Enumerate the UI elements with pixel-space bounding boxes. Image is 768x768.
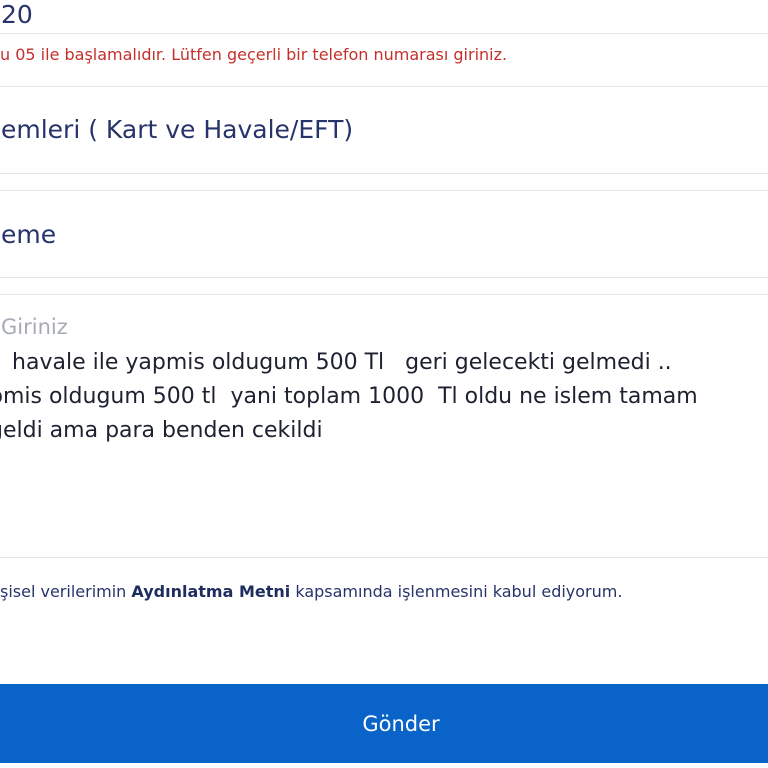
category-select-value: emleri ( Kart ve Havale/EFT) — [1, 115, 354, 144]
aydinlatma-metni-link[interactable]: Aydınlatma Metni — [131, 582, 290, 601]
submit-button[interactable]: Gönder — [0, 684, 768, 763]
consent-prefix: şisel verilerimin — [0, 582, 132, 601]
consent-suffix: kapsamında işlenmesini kabul ediyorum. — [290, 582, 623, 601]
category-select[interactable]: emleri ( Kart ve Havale/EFT) — [0, 86, 768, 174]
phone-input[interactable]: 20 — [0, 0, 768, 34]
phone-error-message: u 05 ile başlamalıdır. Lütfen geçerli bi… — [0, 45, 508, 64]
subject-select-value: eme — [1, 220, 57, 249]
message-textarea[interactable]: r havale ile yapmis oldugum 500 Tl geri … — [0, 346, 768, 456]
attachment-field[interactable] — [0, 482, 768, 558]
kvkk-consent: şisel verilerimin Aydınlatma Metni kapsa… — [0, 581, 622, 603]
subject-select[interactable]: eme — [0, 190, 768, 278]
support-form-page: 20 u 05 ile başlamalıdır. Lütfen geçerli… — [0, 0, 768, 768]
message-field[interactable]: Giriniz r havale ile yapmis oldugum 500 … — [0, 294, 768, 484]
message-field-label: Giriniz — [1, 315, 68, 339]
phone-input-value: 20 — [1, 0, 33, 29]
